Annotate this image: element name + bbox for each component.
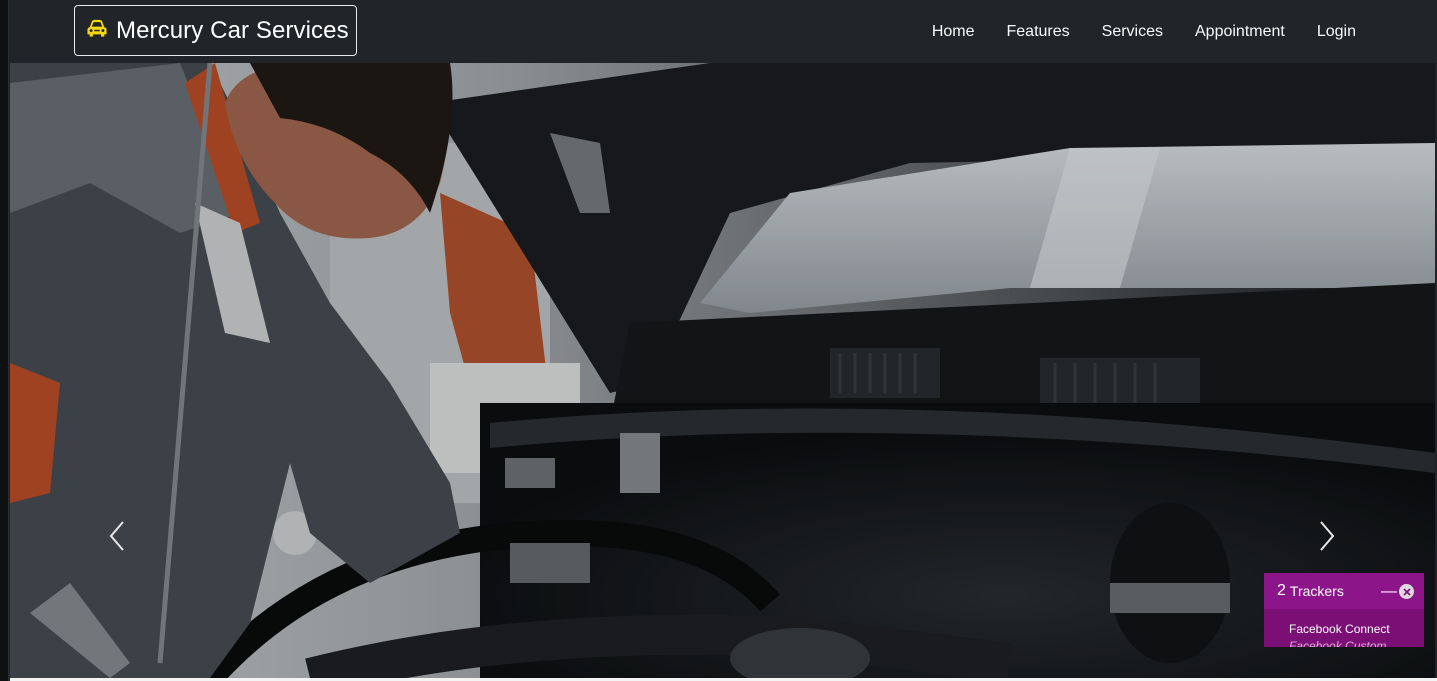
chevron-right-icon xyxy=(1318,520,1336,557)
minus-icon[interactable]: — xyxy=(1381,583,1397,601)
nav-link-home[interactable]: Home xyxy=(932,23,975,41)
browser-viewport: Mercury Car Services Home Features Servi… xyxy=(0,0,1437,681)
brand-name: Mercury Car Services xyxy=(116,16,349,44)
carousel-slide-image xyxy=(10,63,1435,678)
tracker-item[interactable]: Facebook Custom xyxy=(1264,638,1424,647)
nav-link-appointment[interactable]: Appointment xyxy=(1195,23,1285,41)
chevron-left-icon xyxy=(108,520,126,557)
main-nav: Home Features Services Appointment Login xyxy=(900,0,1437,63)
tracker-count: 2 xyxy=(1277,582,1286,599)
tracker-label: Trackers xyxy=(1289,583,1344,599)
tracker-item[interactable]: Facebook Connect xyxy=(1264,621,1424,638)
tracker-widget: 2 Trackers — Facebook Connect Facebook C… xyxy=(1264,573,1424,647)
top-navbar: Mercury Car Services Home Features Servi… xyxy=(9,0,1437,63)
carousel-prev-button[interactable] xyxy=(102,518,132,558)
window-edge xyxy=(0,0,9,681)
hero-carousel xyxy=(10,63,1435,678)
brand-logo-link[interactable]: Mercury Car Services xyxy=(74,5,357,56)
nav-link-services[interactable]: Services xyxy=(1102,23,1163,41)
nav-link-features[interactable]: Features xyxy=(1007,23,1070,41)
close-icon[interactable] xyxy=(1399,584,1414,599)
nav-link-login[interactable]: Login xyxy=(1317,23,1356,41)
carousel-next-button[interactable] xyxy=(1312,518,1342,558)
car-icon xyxy=(86,18,116,43)
